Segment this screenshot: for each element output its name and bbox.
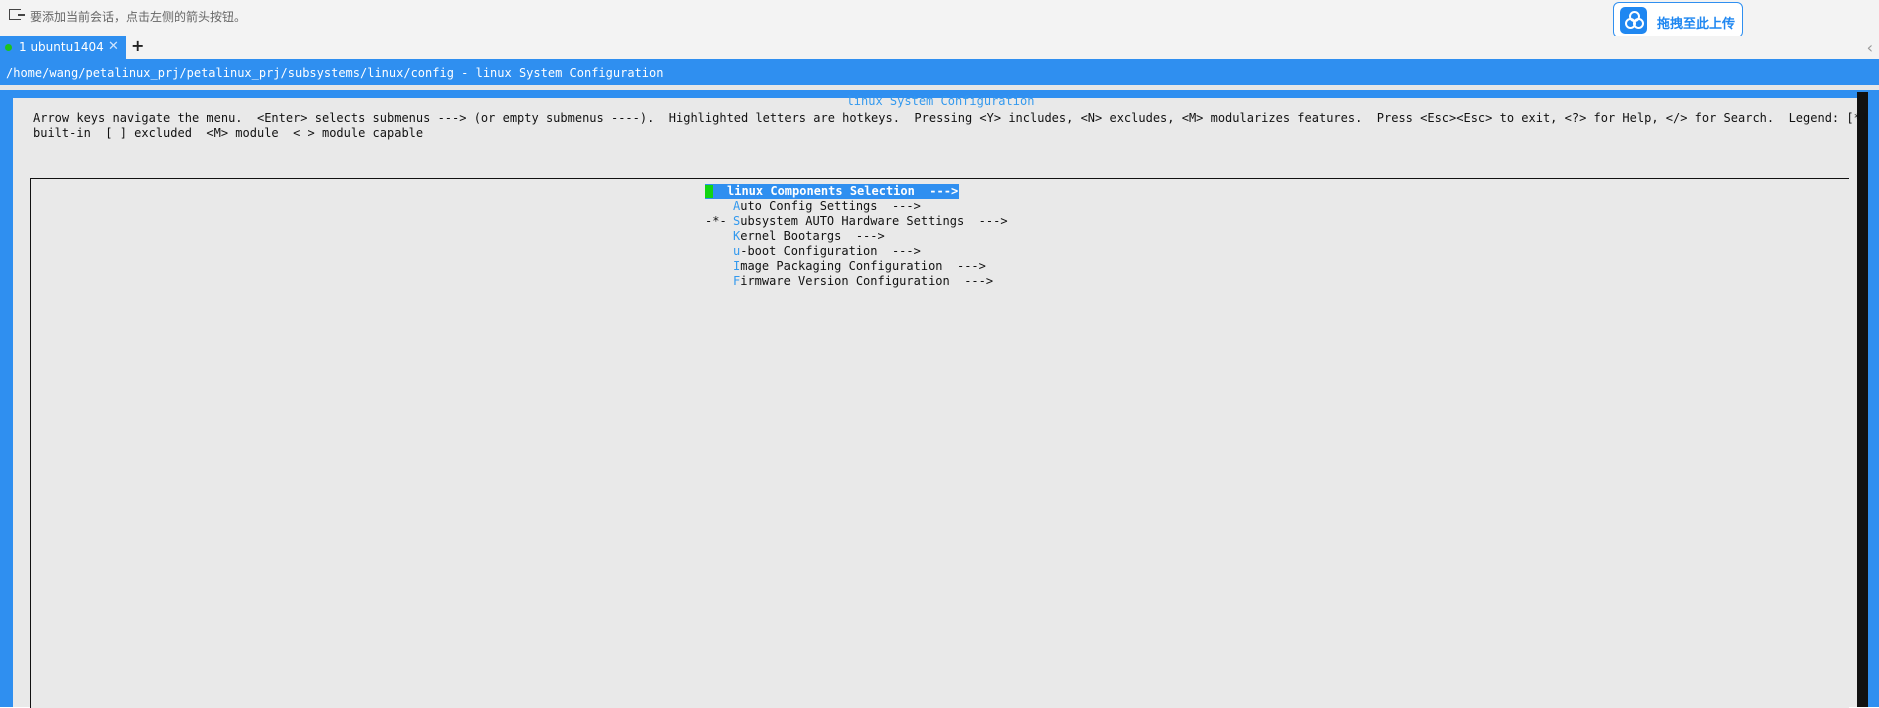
terminal-separator [0, 85, 1879, 90]
menu-item-linux-components-selection[interactable]: linux Components Selection ---> [705, 184, 959, 199]
terminal-path-line: /home/wang/petalinux_prj/petalinux_prj/s… [6, 66, 664, 80]
tab-label: 1 ubuntu1404 [19, 40, 104, 54]
cloud-upload-icon [1620, 7, 1647, 34]
help-line-1: Arrow keys navigate the menu. <Enter> se… [33, 111, 1869, 125]
add-session-icon[interactable] [9, 9, 25, 20]
dialog-title: linux System Configuration [846, 94, 1035, 108]
menuconfig-dialog: linux System Configuration Arrow keys na… [13, 92, 1868, 708]
chevron-left-icon[interactable]: ‹ [1867, 38, 1873, 57]
menu-list-box: linux Components Selection ---> Auto Con… [30, 178, 1849, 708]
hint-text: 要添加当前会话，点击左侧的箭头按钮。 [30, 10, 247, 24]
menu-item-image-packaging-configuration[interactable]: Image Packaging Configuration ---> [705, 259, 986, 274]
upload-dropzone-button[interactable]: 拖拽至此上传 [1613, 2, 1743, 38]
menu-item-subsystem-auto-hardware-settings[interactable]: -*- Subsystem AUTO Hardware Settings ---> [705, 214, 1008, 229]
add-tab-button[interactable]: + [131, 36, 144, 55]
dialog-shadow [1857, 92, 1868, 707]
upload-label: 拖拽至此上传 [1657, 17, 1736, 32]
connected-status-icon [5, 44, 12, 51]
dialog-help-text: Arrow keys navigate the menu. <Enter> se… [33, 111, 1868, 141]
menu-item-auto-config-settings[interactable]: Auto Config Settings ---> [705, 199, 921, 214]
close-icon[interactable]: ✕ [108, 39, 119, 54]
tab-ubuntu1404[interactable]: 1 ubuntu1404 ✕ [0, 36, 126, 59]
tab-bar: 1 ubuntu1404 ✕ + ‹ [0, 36, 1879, 59]
help-line-2: built-in [ ] excluded <M> module < > mod… [33, 126, 424, 140]
top-hint-bar: 要添加当前会话，点击左侧的箭头按钮。 拖拽至此上传 [0, 0, 1879, 38]
menu-item-kernel-bootargs[interactable]: Kernel Bootargs ---> [705, 229, 885, 244]
terminal-cursor [705, 185, 713, 198]
menu-item-firmware-version-configuration[interactable]: Firmware Version Configuration ---> [705, 274, 993, 289]
menu-item-uboot-configuration[interactable]: u-boot Configuration ---> [705, 244, 921, 259]
